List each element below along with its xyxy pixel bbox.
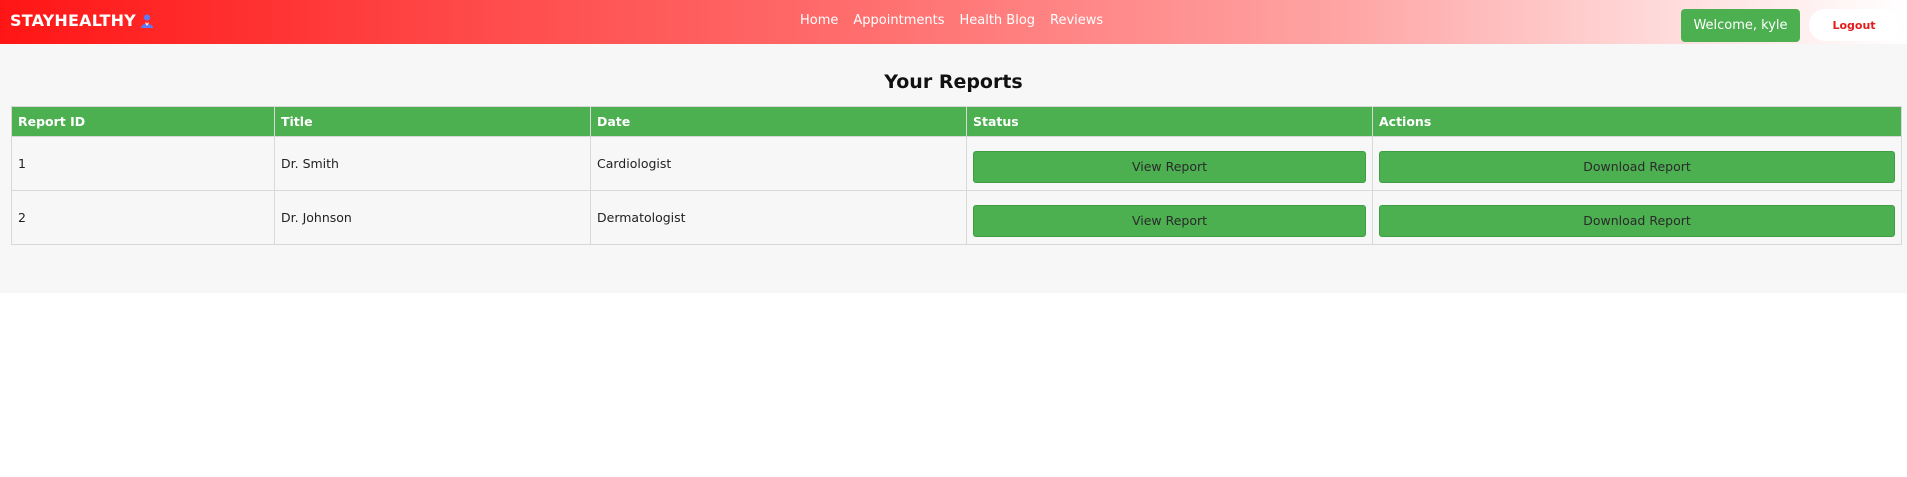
top-navbar: STAYHEALTHY Home Appointments Health Blo… xyxy=(0,0,1907,44)
actions-cell: Download Report xyxy=(1372,190,1902,245)
nav-link-appointments[interactable]: Appointments xyxy=(853,13,944,28)
doctor-icon xyxy=(140,14,153,28)
reports-table: Report ID Title Date Status Actions 1 Dr… xyxy=(11,106,1902,245)
table-row: 1 Dr. Smith Cardiologist View Report Dow… xyxy=(11,136,1902,191)
table-header-row: Report ID Title Date Status Actions xyxy=(11,106,1902,137)
actions-cell: Download Report xyxy=(1372,136,1902,191)
status-cell: View Report xyxy=(966,136,1373,191)
reports-section: Your Reports Report ID Title Date Status… xyxy=(0,44,1907,293)
column-header-report-id: Report ID xyxy=(11,106,275,137)
report-date-cell: Dermatologist xyxy=(590,190,967,245)
status-cell: View Report xyxy=(966,190,1373,245)
view-report-button[interactable]: View Report xyxy=(973,204,1366,237)
column-header-status: Status xyxy=(966,106,1373,137)
column-header-actions: Actions xyxy=(1372,106,1902,137)
report-title-cell: Dr. Johnson xyxy=(274,190,591,245)
column-header-date: Date xyxy=(590,106,967,137)
report-id-cell: 2 xyxy=(11,190,275,245)
nav-links: Home Appointments Health Blog Reviews xyxy=(800,13,1103,28)
brand-name: STAYHEALTHY xyxy=(10,11,136,30)
report-id-cell[interactable]: 1 xyxy=(11,136,275,191)
report-title-cell: Dr. Smith xyxy=(274,136,591,191)
brand-logo[interactable]: STAYHEALTHY xyxy=(10,11,155,30)
page-title: Your Reports xyxy=(884,71,1023,93)
nav-link-health-blog[interactable]: Health Blog xyxy=(959,13,1035,28)
view-report-button[interactable]: View Report xyxy=(973,150,1366,183)
welcome-user-button[interactable]: Welcome, kyle xyxy=(1681,9,1800,42)
column-header-title: Title xyxy=(274,106,591,137)
logout-button[interactable]: Logout xyxy=(1809,9,1899,41)
table-row: 2 Dr. Johnson Dermatologist View Report … xyxy=(11,190,1902,245)
download-report-button[interactable]: Download Report xyxy=(1379,204,1895,237)
nav-link-home[interactable]: Home xyxy=(800,13,838,28)
report-date-cell: Cardiologist xyxy=(590,136,967,191)
download-report-button[interactable]: Download Report xyxy=(1379,150,1895,183)
nav-link-reviews[interactable]: Reviews xyxy=(1050,13,1103,28)
